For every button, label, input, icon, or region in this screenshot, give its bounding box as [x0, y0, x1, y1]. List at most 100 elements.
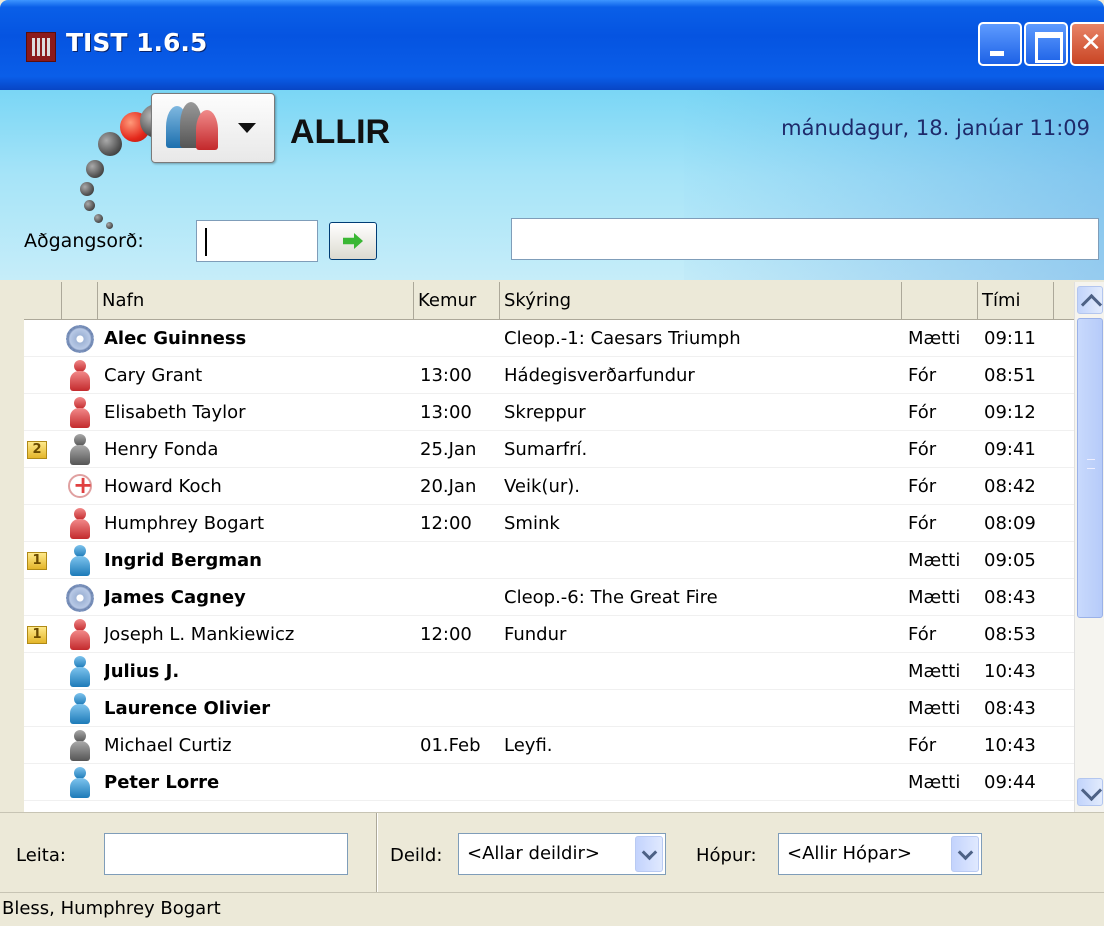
row-icon-cell [62, 505, 98, 542]
minimize-button[interactable] [978, 22, 1022, 66]
group-filter-select[interactable]: <Allir Hópar> [778, 833, 982, 875]
col-name[interactable]: Nafn [98, 282, 414, 320]
table-row[interactable]: Michael Curtiz 01.Feb Leyfi. Fór 10:43 [24, 727, 1074, 764]
table-row[interactable]: Julius J. Mætti 10:43 [24, 653, 1074, 690]
table-row[interactable]: Howard Koch 20.Jan Veik(ur). Fór 08:42 [24, 468, 1074, 505]
row-skyring: Fundur [504, 624, 567, 645]
row-kemur: 12:00 [420, 513, 472, 534]
row-status: Mætti [908, 698, 961, 719]
person-grey-icon [68, 434, 92, 466]
row-status: Mætti [908, 328, 961, 349]
row-status: Fór [908, 735, 937, 756]
gear-icon [66, 584, 94, 612]
row-status: Fór [908, 624, 937, 645]
logo-dot [86, 160, 104, 178]
app-window: TIST 1.6.5 ALLIR mánudagur, 18. janúar 1… [0, 0, 1104, 926]
row-name: James Cagney [104, 587, 246, 608]
access-code-input[interactable] [196, 220, 318, 262]
row-icon-cell [62, 468, 98, 505]
row-name: Alec Guinness [104, 328, 247, 349]
row-skyring: Hádegisverðarfundur [504, 365, 695, 386]
row-time: 08:42 [984, 476, 1036, 497]
row-name: Cary Grant [104, 365, 203, 386]
row-time: 08:09 [984, 513, 1036, 534]
scroll-thumb[interactable] [1077, 318, 1103, 618]
person-blue-icon [68, 693, 92, 725]
table-row[interactable]: Laurence Olivier Mætti 08:43 [24, 690, 1074, 727]
row-badge-cell [24, 727, 62, 764]
chevron-down-icon[interactable] [951, 836, 979, 872]
chevron-down-icon[interactable] [635, 836, 663, 872]
scroll-up-button[interactable] [1077, 286, 1103, 314]
submit-arrow-button[interactable] [329, 222, 377, 260]
row-kemur [420, 653, 498, 690]
row-badge-cell: 1 [24, 542, 62, 579]
department-select[interactable]: <Allar deildir> [458, 833, 666, 875]
search-input[interactable] [104, 833, 348, 875]
group-select-button[interactable] [151, 93, 275, 163]
row-time: 08:43 [984, 698, 1036, 719]
col-badge[interactable] [24, 282, 62, 320]
row-skyring: Smink [504, 513, 560, 534]
row-time: 08:53 [984, 624, 1036, 645]
row-skyring [504, 690, 904, 727]
logo-dot [80, 182, 94, 196]
table-row[interactable]: 1 Ingrid Bergman Mætti 09:05 [24, 542, 1074, 579]
table-row[interactable]: Elisabeth Taylor 13:00 Skreppur Fór 09:12 [24, 394, 1074, 431]
col-skyring[interactable]: Skýring [500, 282, 902, 320]
maximize-button[interactable] [1024, 22, 1068, 66]
scroll-down-button[interactable] [1077, 778, 1103, 806]
row-name: Laurence Olivier [104, 698, 271, 719]
row-kemur [420, 320, 498, 357]
row-skyring: Sumarfrí. [504, 439, 588, 460]
close-button[interactable] [1070, 22, 1104, 66]
table-row[interactable]: 1 Joseph L. Mankiewicz 12:00 Fundur Fór 08:53 [24, 616, 1074, 653]
row-status: Mætti [908, 772, 961, 793]
table-row[interactable]: Cary Grant 13:00 Hádegisverðarfundur Fór 08:… [24, 357, 1074, 394]
title-bar[interactable]: TIST 1.6.5 [0, 0, 1104, 90]
row-name: Michael Curtiz [104, 735, 232, 756]
row-badge-cell [24, 394, 62, 431]
row-name: Henry Fonda [104, 439, 219, 460]
row-status: Fór [908, 365, 937, 386]
row-name: Ingrid Bergman [104, 550, 263, 571]
row-badge-cell [24, 690, 62, 727]
access-label: Aðgangsorð: [24, 230, 144, 252]
row-badge-cell [24, 468, 62, 505]
row-status: Fór [908, 439, 937, 460]
row-kemur: 13:00 [420, 365, 472, 386]
row-time: 10:43 [984, 735, 1036, 756]
row-time: 09:44 [984, 772, 1036, 793]
row-name: Howard Koch [104, 476, 222, 497]
vertical-scrollbar[interactable] [1074, 282, 1104, 812]
row-kemur [420, 690, 498, 727]
col-status[interactable] [902, 282, 978, 320]
table-row[interactable]: Alec Guinness Cleop.-1: Caesars Triumph Mæ… [24, 320, 1074, 357]
person-red-icon [68, 397, 92, 429]
col-kemur[interactable]: Kemur [414, 282, 500, 320]
count-badge: 2 [27, 441, 47, 459]
row-kemur [420, 764, 498, 801]
table-row[interactable]: Peter Lorre Mætti 09:44 [24, 764, 1074, 801]
row-skyring: Cleop.-1: Caesars Triumph [504, 328, 741, 349]
col-time[interactable]: Tími [978, 282, 1054, 320]
row-kemur: 13:00 [420, 402, 472, 423]
search-label: Leita: [16, 845, 66, 866]
col-icon[interactable] [62, 282, 98, 320]
person-red-icon [68, 360, 92, 392]
status-bar: Bless, Humphrey Bogart [0, 892, 1104, 926]
person-grey-icon [68, 730, 92, 762]
row-time: 10:43 [984, 661, 1036, 682]
row-icon-cell [62, 394, 98, 431]
table-row[interactable]: James Cagney Cleop.-6: The Great Fire Mætt… [24, 579, 1074, 616]
logo-dot [94, 214, 103, 223]
table-row[interactable]: 2 Henry Fonda 25.Jan Sumarfrí. Fór 09:41 [24, 431, 1074, 468]
message-field[interactable] [511, 218, 1099, 260]
table-row[interactable]: Humphrey Bogart 12:00 Smink Fór 08:09 [24, 505, 1074, 542]
row-kemur: 25.Jan [420, 439, 477, 460]
filter-bar: Leita: Deild: <Allar deildir> Hópur: <Al… [0, 812, 1104, 893]
row-kemur: 20.Jan [420, 476, 477, 497]
row-time: 09:12 [984, 402, 1036, 423]
row-badge-cell [24, 505, 62, 542]
row-badge-cell [24, 320, 62, 357]
